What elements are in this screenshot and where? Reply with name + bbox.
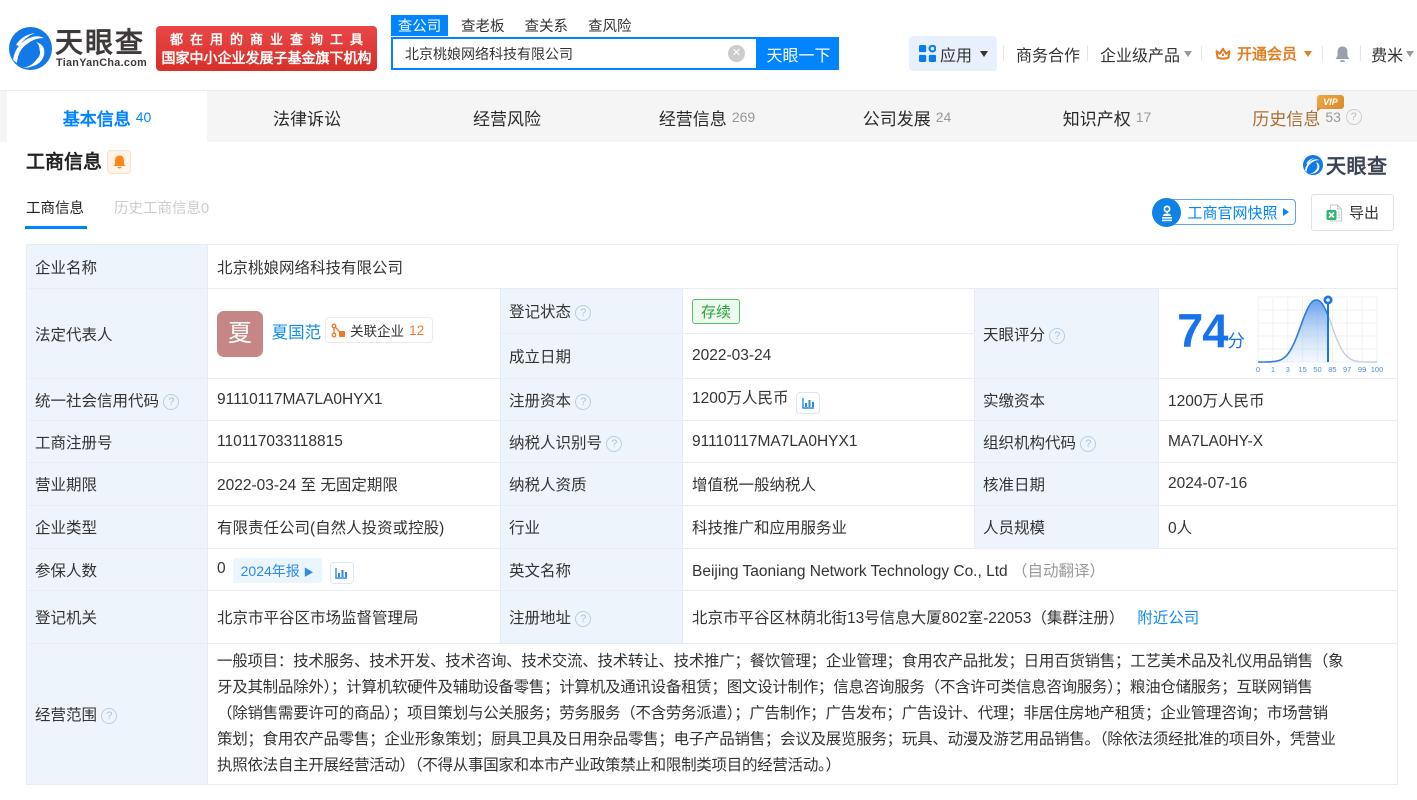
svg-text:85: 85 <box>1328 365 1336 373</box>
svg-text:100: 100 <box>1371 365 1384 373</box>
svg-text:97: 97 <box>1343 365 1351 373</box>
svg-text:0: 0 <box>1256 365 1260 373</box>
svg-text:1: 1 <box>1271 365 1275 373</box>
svg-text:50: 50 <box>1313 365 1321 373</box>
svg-text:99: 99 <box>1358 365 1366 373</box>
svg-text:3: 3 <box>1286 365 1290 373</box>
svg-text:15: 15 <box>1298 365 1306 373</box>
